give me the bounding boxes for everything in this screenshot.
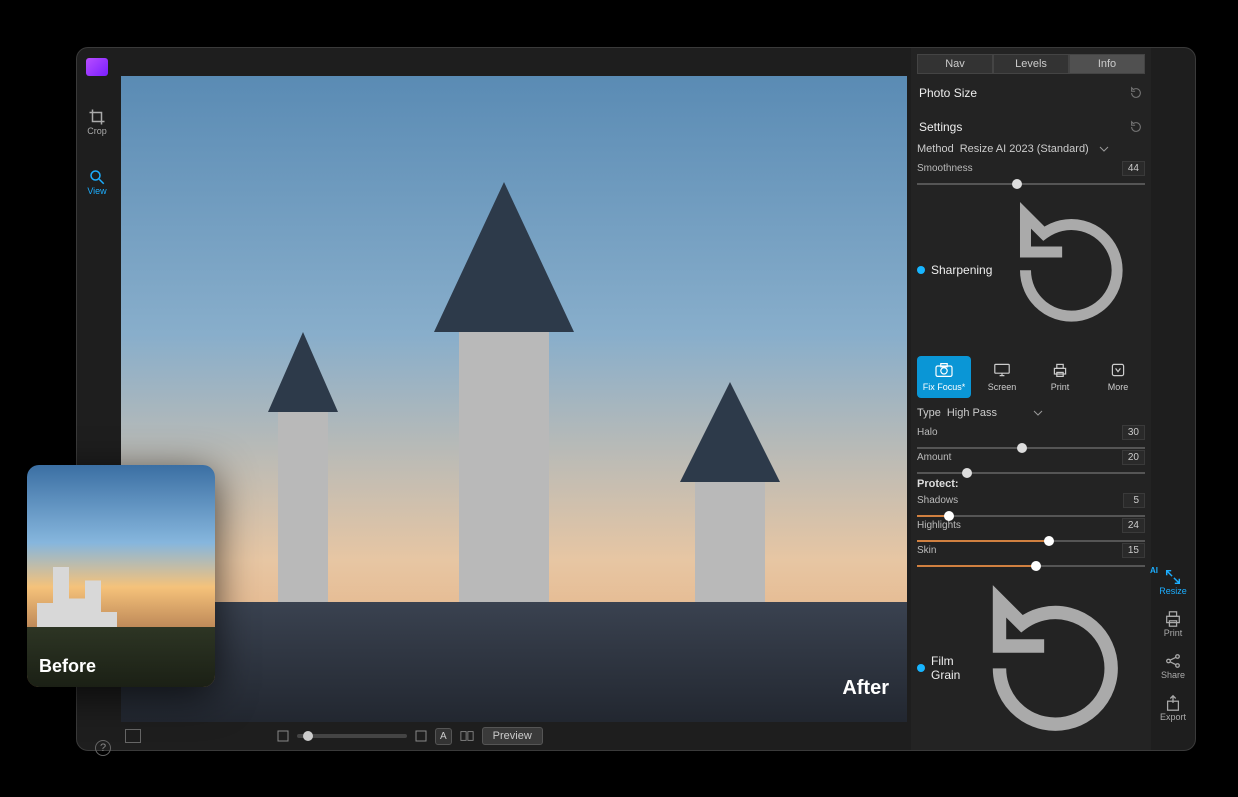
- compare-icon[interactable]: [460, 729, 474, 743]
- sharpening-screen-tile[interactable]: Screen: [975, 356, 1029, 398]
- sharpening-type-dropdown[interactable]: Type High Pass: [917, 404, 1145, 422]
- soft-proof-a-button[interactable]: A: [435, 728, 452, 745]
- after-label: After: [842, 677, 889, 700]
- monitor-icon: [992, 362, 1012, 378]
- canvas-area: After A Preview: [117, 48, 911, 750]
- printer-icon: [1164, 610, 1182, 628]
- view-tool[interactable]: View: [87, 168, 106, 196]
- settings-header[interactable]: Settings: [917, 114, 1145, 140]
- canvas-bottom-bar: A Preview: [117, 722, 911, 750]
- sharpen-amount-value[interactable]: 20: [1122, 450, 1145, 465]
- tab-levels[interactable]: Levels: [993, 54, 1069, 74]
- section-toggle-icon[interactable]: [917, 266, 925, 274]
- reset-icon[interactable]: [966, 579, 1145, 750]
- photo-size-header[interactable]: Photo Size: [917, 80, 1145, 106]
- skin-value[interactable]: 15: [1122, 543, 1145, 558]
- right-toolbar: AI Resize Print Share Export: [1151, 48, 1195, 750]
- right-panel: Nav Levels Info Photo Size Settings Meth…: [911, 48, 1151, 750]
- print-tool[interactable]: Print: [1164, 610, 1183, 638]
- printer-icon: [1050, 362, 1070, 378]
- method-dropdown[interactable]: Method Resize AI 2023 (Standard): [917, 140, 1145, 158]
- sharpening-print-tile[interactable]: Print: [1033, 356, 1087, 398]
- share-icon: [1164, 652, 1182, 670]
- resize-icon: [1164, 568, 1182, 586]
- sharpening-header[interactable]: Sharpening: [917, 191, 1145, 350]
- preview-button[interactable]: Preview: [482, 727, 543, 745]
- zoom-square2-icon: [415, 730, 427, 742]
- reset-icon[interactable]: [1129, 120, 1143, 134]
- reset-icon[interactable]: [1129, 86, 1143, 100]
- before-label: Before: [39, 656, 96, 677]
- share-tool[interactable]: Share: [1161, 652, 1185, 680]
- halo-value[interactable]: 30: [1122, 425, 1145, 440]
- camera-icon: [934, 362, 954, 378]
- chevron-down-icon: [1099, 144, 1109, 154]
- sharpening-more-tile[interactable]: More: [1091, 356, 1145, 398]
- ai-badge: AI: [1150, 566, 1158, 575]
- before-thumbnail: Before: [27, 465, 215, 687]
- resize-tool[interactable]: AI Resize: [1159, 568, 1187, 596]
- crop-label: Crop: [87, 126, 107, 136]
- zoom-square-icon: [277, 730, 289, 742]
- navigator-thumb-icon[interactable]: [125, 729, 141, 743]
- app-window: Crop View After A Preview Nav: [76, 47, 1196, 751]
- reset-icon[interactable]: [998, 197, 1145, 344]
- tab-nav[interactable]: Nav: [917, 54, 993, 74]
- filmgrain-header[interactable]: Film Grain: [917, 573, 1145, 750]
- help-icon[interactable]: ?: [95, 740, 111, 756]
- view-label: View: [87, 186, 106, 196]
- chevron-down-icon: [1033, 408, 1043, 418]
- export-icon: [1164, 694, 1182, 712]
- protect-title: Protect:: [917, 478, 1145, 490]
- tab-info[interactable]: Info: [1069, 54, 1145, 74]
- crop-tool[interactable]: Crop: [87, 108, 107, 136]
- smoothness-value[interactable]: 44: [1122, 161, 1145, 176]
- export-tool[interactable]: Export: [1160, 694, 1186, 722]
- sharpening-fixfocus-tile[interactable]: Fix Focus*: [917, 356, 971, 398]
- panel-tabs: Nav Levels Info: [917, 54, 1145, 74]
- canvas-zoom-slider[interactable]: [297, 734, 407, 738]
- more-chevron-icon: [1108, 362, 1128, 378]
- shadows-value[interactable]: 5: [1123, 493, 1145, 508]
- highlights-value[interactable]: 24: [1122, 518, 1145, 533]
- smoothness-label: Smoothness: [917, 163, 973, 174]
- image-canvas[interactable]: After: [121, 76, 907, 722]
- app-logo-icon: [86, 58, 108, 76]
- sharpening-presets: Fix Focus* Screen Print More: [917, 356, 1145, 398]
- section-toggle-icon[interactable]: [917, 664, 925, 672]
